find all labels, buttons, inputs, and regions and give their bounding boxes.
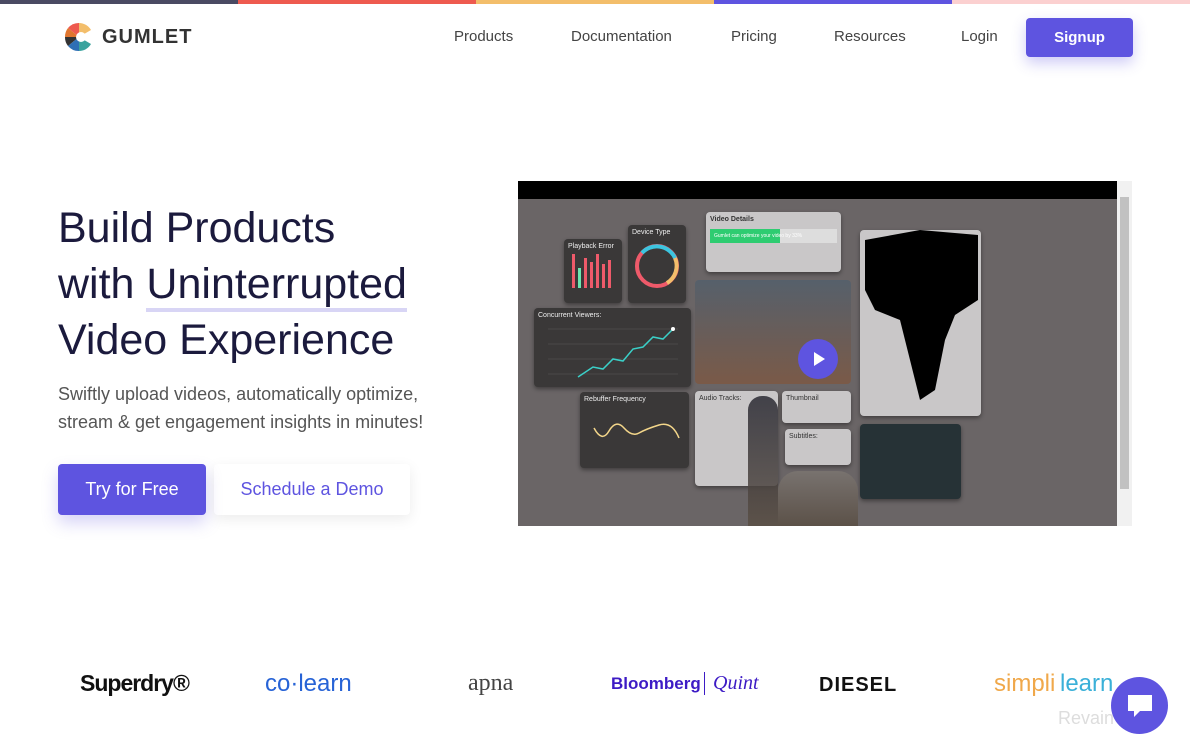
try-for-free-button[interactable]: Try for Free: [58, 464, 206, 515]
nav-resources[interactable]: Resources: [834, 28, 906, 45]
nav-pricing[interactable]: Pricing: [731, 28, 777, 45]
optimize-bar: Gumlet can optimize your video by 33%: [710, 229, 837, 243]
title-line-3: Video Experience: [58, 316, 395, 364]
logo-diesel: DIESEL: [819, 674, 898, 696]
panel-label: Video Details: [710, 216, 754, 223]
brand-name: GUMLET: [102, 25, 193, 48]
logo-colearn: co·learn: [265, 670, 352, 697]
gumlet-logo[interactable]: GUMLET: [64, 22, 192, 52]
play-button[interactable]: [798, 339, 838, 379]
subtitles-panel: Subtitles:: [785, 429, 851, 465]
title-line-1: Build Products: [58, 204, 336, 252]
donut-chart-graphic: [635, 244, 679, 288]
scrollbar-thumb[interactable]: [1120, 197, 1129, 489]
logo-superdry: Superdry®: [80, 670, 190, 696]
play-icon: [814, 352, 825, 366]
logo-quint: Quint: [704, 672, 759, 695]
revain-watermark: Revain: [1058, 708, 1115, 728]
chat-button[interactable]: [1111, 677, 1168, 734]
subtitle-line-2: stream & get engagement insights in minu…: [58, 412, 424, 432]
video-details-panel: Video Details Gumlet can optimize your v…: [706, 212, 841, 272]
concurrent-viewers-panel: Concurrent Viewers:: [534, 308, 691, 387]
gumlet-logo-icon: [64, 22, 91, 52]
signup-button[interactable]: Signup: [1026, 18, 1133, 57]
panel-label: Thumbnail: [786, 395, 819, 402]
line-chart-graphic: [548, 327, 678, 378]
rebuffer-panel: Rebuffer Frequency: [580, 392, 689, 468]
bar-chart-graphic: [572, 254, 611, 288]
logo-bloomberg: Bloomberg: [611, 674, 701, 693]
schedule-demo-button[interactable]: Schedule a Demo: [214, 464, 410, 515]
panel-label: Concurrent Viewers:: [538, 312, 602, 319]
subtitle-line-1: Swiftly upload videos, automatically opt…: [58, 384, 419, 404]
world-map-panel: [860, 230, 981, 416]
optimize-message: Gumlet can optimize your video by 33%: [714, 233, 803, 239]
thumbnail-panel: Thumbnail: [782, 391, 851, 423]
chat-bubble-icon: [1127, 694, 1152, 717]
video-top-bar: [518, 181, 1117, 199]
video-scrollbar[interactable]: [1117, 181, 1132, 526]
title-line-2: with: [58, 260, 147, 308]
hero-subtitle: Swiftly upload videos, automatically opt…: [58, 380, 423, 436]
hero-video[interactable]: Playback Error Device Type Video Details…: [518, 181, 1117, 526]
device-type-panel: Device Type: [628, 225, 686, 303]
nav-products[interactable]: Products: [454, 28, 513, 45]
top-color-stripe: [0, 0, 1190, 4]
panel-label: Rebuffer Frequency: [584, 396, 646, 403]
title-highlight: Uninterrupted: [146, 260, 407, 312]
nav-login[interactable]: Login: [961, 28, 998, 45]
hero-title: Build Products with Uninterrupted Video …: [58, 200, 407, 368]
panel-label: Playback Error: [568, 243, 614, 250]
logo-simplilearn-1: simpli: [994, 670, 1056, 697]
logo-apna: apna: [468, 670, 514, 696]
panel-label: Subtitles:: [789, 433, 818, 440]
presenter-seated-image: [778, 471, 858, 526]
playback-error-panel: Playback Error: [564, 239, 622, 303]
world-map-graphic: [865, 230, 978, 400]
panel-label: Device Type: [632, 229, 671, 236]
nav-documentation[interactable]: Documentation: [571, 28, 672, 45]
logo-simplilearn-2: learn: [1060, 670, 1114, 697]
code-panel: [860, 424, 961, 499]
wave-chart-graphic: [593, 423, 680, 439]
presenter-standing-image: [748, 396, 778, 526]
